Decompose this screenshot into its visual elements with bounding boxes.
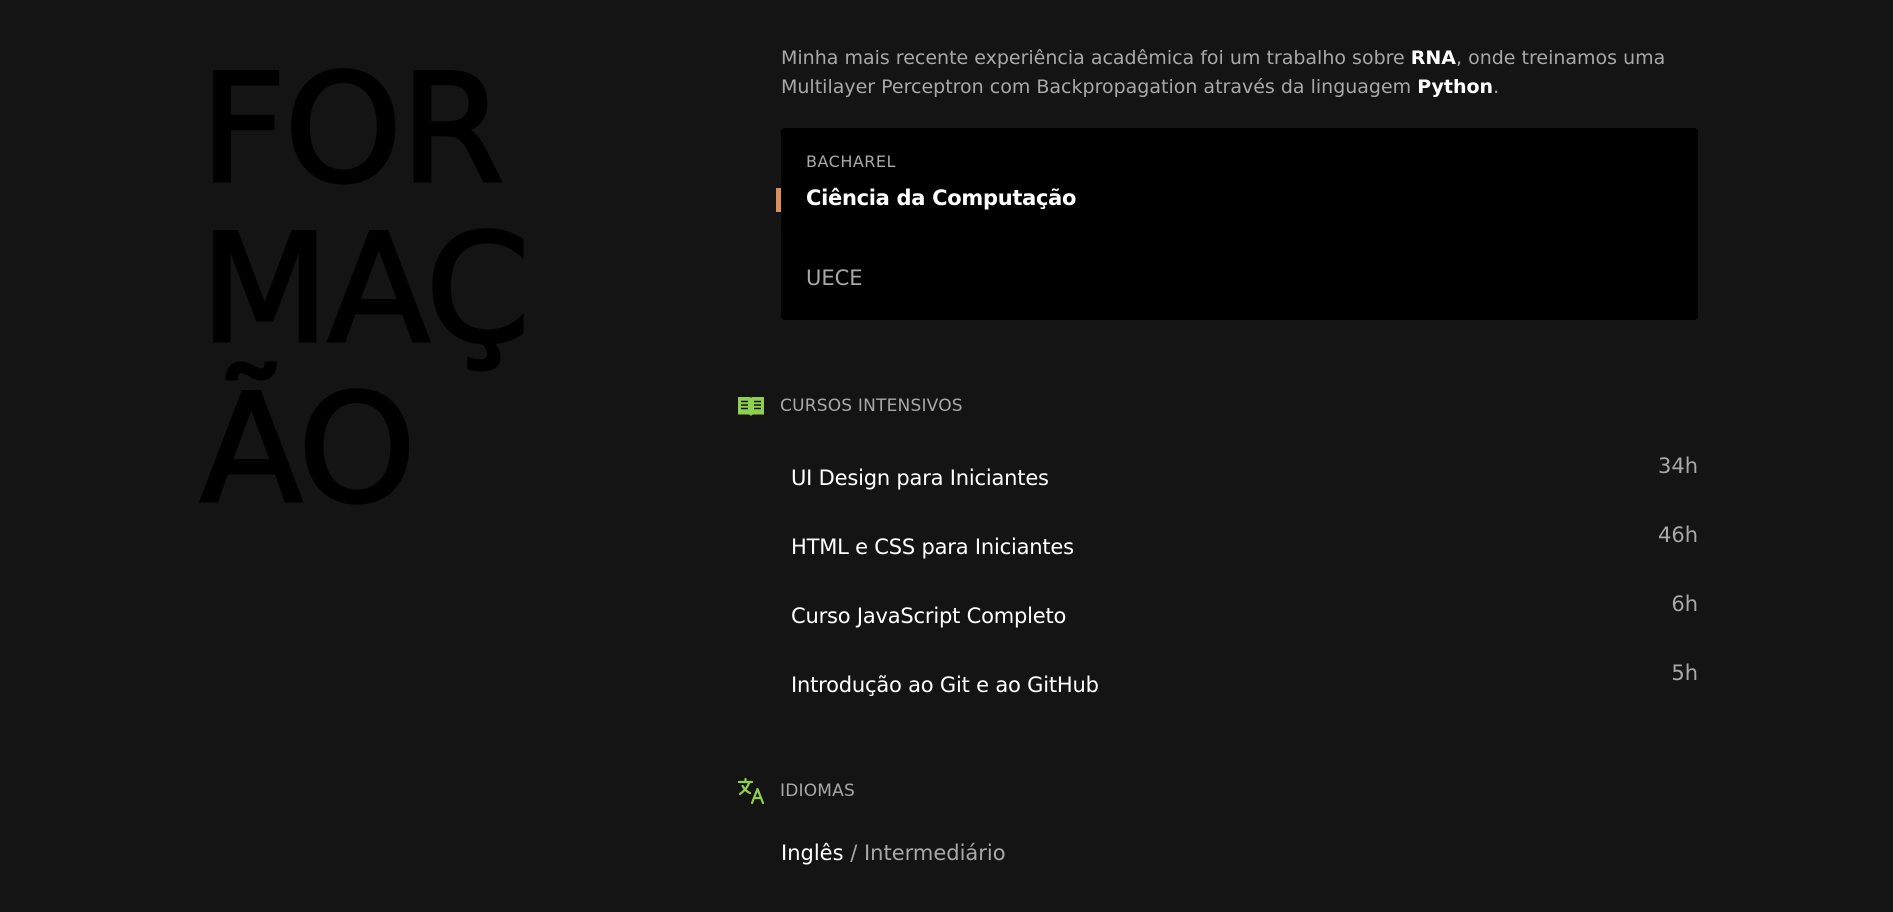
list-item: HTML e CSS para Iniciantes 46h bbox=[791, 523, 1698, 592]
section-title-line: FOR bbox=[199, 43, 507, 217]
language-name: Inglês bbox=[781, 841, 844, 865]
intro-text: Minha mais recente experiência acadêmica… bbox=[781, 47, 1411, 69]
course-hours: 5h bbox=[1671, 661, 1698, 685]
language-level: Intermediário bbox=[863, 841, 1006, 865]
intro-highlight-python: Python bbox=[1417, 76, 1494, 98]
course-hours: 34h bbox=[1657, 454, 1698, 478]
list-item: Curso JavaScript Completo 6h bbox=[791, 592, 1698, 661]
courses-heading: CURSOS INTENSIVOS bbox=[780, 396, 963, 416]
degree-level: BACHAREL bbox=[806, 152, 896, 171]
languages-heading: IDIOMAS bbox=[780, 781, 855, 801]
section-title-line: ÃO bbox=[199, 363, 418, 537]
list-item: Introdução ao Git e ao GitHub 5h bbox=[791, 661, 1698, 730]
course-name: HTML e CSS para Iniciantes bbox=[791, 535, 1074, 559]
section-title: FOR MAÇ ÃO bbox=[199, 43, 620, 537]
intro-paragraph: Minha mais recente experiência acadêmica… bbox=[781, 44, 1698, 102]
intro-text: . bbox=[1493, 76, 1500, 98]
course-hours: 6h bbox=[1671, 592, 1698, 616]
language-separator: / bbox=[843, 841, 864, 865]
course-name: Introdução ao Git e ao GitHub bbox=[791, 673, 1099, 697]
open-book-icon bbox=[737, 392, 765, 420]
degree-card: BACHAREL Ciência da Computação UECE bbox=[776, 128, 1698, 320]
section-title-line: MAÇ bbox=[199, 203, 532, 377]
education-content: Minha mais recente experiência acadêmica… bbox=[737, 44, 1698, 865]
degree-name: Ciência da Computação bbox=[806, 186, 1077, 210]
translate-icon bbox=[737, 777, 765, 805]
degree-school: UECE bbox=[806, 266, 863, 290]
languages-section-header: IDIOMAS bbox=[737, 777, 855, 805]
degree-accent-bar bbox=[776, 188, 781, 212]
course-name: UI Design para Iniciantes bbox=[791, 466, 1049, 490]
course-list: UI Design para Iniciantes 34h HTML e CSS… bbox=[791, 454, 1698, 730]
courses-section-header: CURSOS INTENSIVOS bbox=[737, 392, 963, 420]
course-name: Curso JavaScript Completo bbox=[791, 604, 1067, 628]
course-hours: 46h bbox=[1657, 523, 1698, 547]
list-item: UI Design para Iniciantes 34h bbox=[791, 454, 1698, 523]
language-item: Inglês / Intermediário bbox=[781, 841, 1006, 865]
intro-highlight-rna: RNA bbox=[1410, 47, 1456, 69]
